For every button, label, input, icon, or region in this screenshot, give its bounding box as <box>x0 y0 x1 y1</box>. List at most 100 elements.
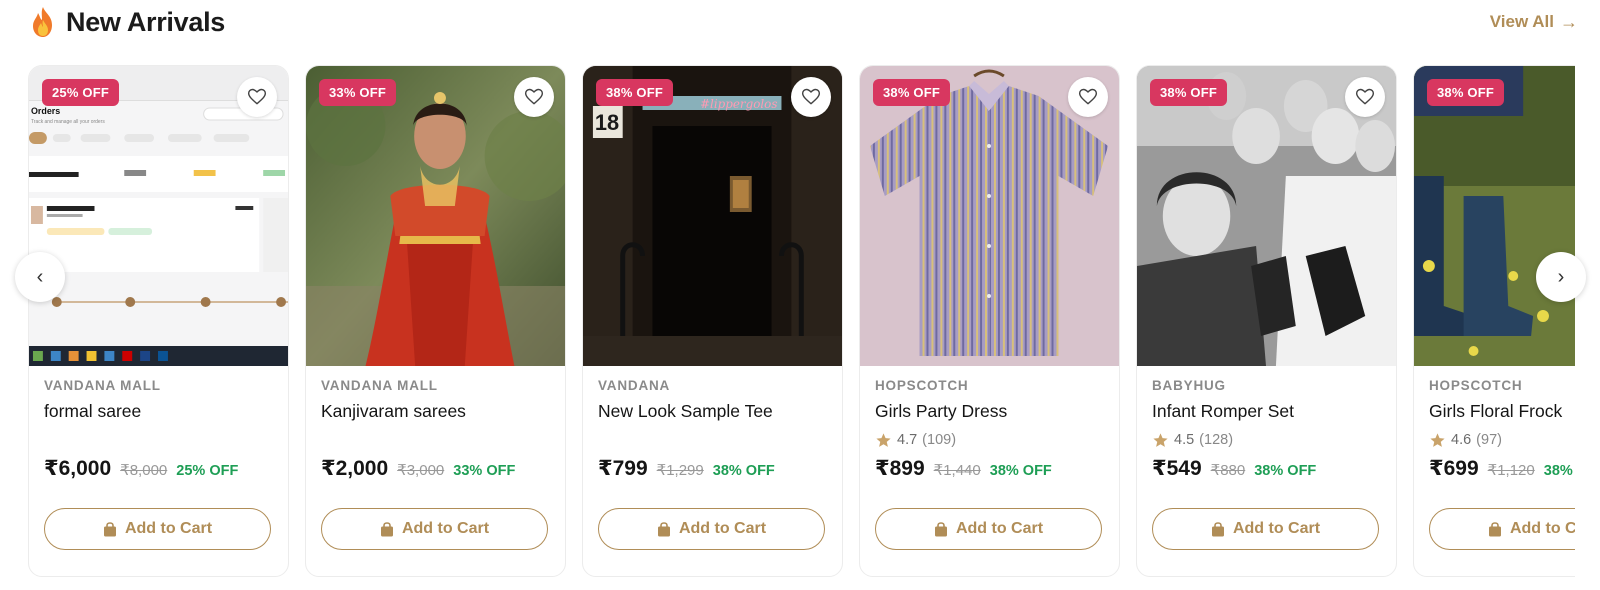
star-icon <box>1152 432 1169 449</box>
discount-badge: 38% OFF <box>873 79 951 106</box>
product-info: VANDANA New Look Sample Tee <box>598 378 827 422</box>
shopping-bag-icon <box>380 521 394 537</box>
carousel-next-button[interactable]: › <box>1536 252 1586 302</box>
product-info: BABYHUG Infant Romper Set 4.5 (128) <box>1152 378 1381 449</box>
product-brand: VANDANA MALL <box>44 378 161 393</box>
price-row: ₹699 ₹1,120 38% OFF <box>1429 456 1575 481</box>
star-icon <box>1429 432 1446 449</box>
add-to-cart-label: Add to Cart <box>1509 520 1575 537</box>
product-price: ₹899 <box>875 457 925 480</box>
product-name[interactable]: New Look Sample Tee <box>598 401 827 422</box>
rating-count: (109) <box>922 432 957 448</box>
product-card[interactable]: #lippergolos 18 38% OFF VANDANA New Look… <box>582 65 843 577</box>
rating-value: 4.7 <box>897 432 918 448</box>
star-icon <box>875 432 892 449</box>
product-card[interactable]: 38% OFF HOPSCOTCH Girls Party Dress 4.7 … <box>859 65 1120 577</box>
section-header: New Arrivals View All → <box>30 2 1578 42</box>
product-card[interactable]: Orders Track and manage all your orders <box>28 65 289 577</box>
heart-icon <box>524 87 544 107</box>
add-to-cart-button[interactable]: Add to Cart <box>875 508 1102 550</box>
product-brand: VANDANA MALL <box>321 378 438 393</box>
product-info: VANDANA MALL Kanjivaram sarees <box>321 378 550 422</box>
view-all-link[interactable]: View All → <box>1490 12 1578 33</box>
heart-icon <box>247 87 267 107</box>
product-brand: HOPSCOTCH <box>1429 378 1523 393</box>
product-discount: 38% OFF <box>1254 463 1317 479</box>
product-name[interactable]: formal saree <box>44 401 273 422</box>
product-mrp: ₹8,000 <box>120 462 168 479</box>
heart-icon <box>1078 87 1098 107</box>
wishlist-button[interactable] <box>1068 77 1108 117</box>
product-price: ₹699 <box>1429 457 1479 480</box>
product-name[interactable]: Girls Party Dress <box>875 401 1104 422</box>
add-to-cart-label: Add to Cart <box>1232 520 1321 537</box>
product-mrp: ₹880 <box>1210 462 1246 479</box>
shopping-bag-icon <box>1211 521 1225 537</box>
heart-icon <box>801 87 821 107</box>
discount-badge: 38% OFF <box>596 79 674 106</box>
chevron-left-icon: ‹ <box>36 265 44 288</box>
price-row: ₹2,000 ₹3,000 33% OFF <box>321 456 515 481</box>
product-name[interactable]: Kanjivaram sarees <box>321 401 550 422</box>
product-rating: 4.7 (109) <box>875 431 1104 449</box>
add-to-cart-button[interactable]: Add to Cart <box>1152 508 1379 550</box>
rating-value: 4.6 <box>1451 432 1472 448</box>
price-row: ₹799 ₹1,299 38% OFF <box>598 456 775 481</box>
product-mrp: ₹1,440 <box>933 462 981 479</box>
add-to-cart-label: Add to Cart <box>124 520 213 537</box>
discount-badge: 38% OFF <box>1427 79 1505 106</box>
product-discount: 38% OFF <box>989 463 1052 479</box>
product-discount: 33% OFF <box>453 463 516 479</box>
shopping-bag-icon <box>1488 521 1502 537</box>
product-image[interactable] <box>1414 66 1575 366</box>
chevron-right-icon: › <box>1557 265 1565 288</box>
product-name[interactable]: Girls Floral Frock <box>1429 401 1575 422</box>
wishlist-button[interactable] <box>237 77 277 117</box>
wishlist-button[interactable] <box>514 77 554 117</box>
price-row: ₹6,000 ₹8,000 25% OFF <box>44 456 238 481</box>
discount-badge: 25% OFF <box>42 79 120 106</box>
product-card[interactable]: 33% OFF VANDANA MALL Kanjivaram sarees ₹… <box>305 65 566 577</box>
product-card[interactable]: 38% OFF BABYHUG Infant Romper Set 4.5 (1… <box>1136 65 1397 577</box>
carousel-prev-button[interactable]: ‹ <box>15 252 65 302</box>
shopping-bag-icon <box>934 521 948 537</box>
discount-badge: 38% OFF <box>1150 79 1228 106</box>
wishlist-button[interactable] <box>1345 77 1385 117</box>
product-price: ₹549 <box>1152 457 1202 480</box>
product-discount: 38% OFF <box>712 463 775 479</box>
product-price: ₹6,000 <box>44 457 112 480</box>
add-to-cart-button[interactable]: Add to Cart <box>321 508 548 550</box>
product-price: ₹799 <box>598 457 648 480</box>
rating-count: (97) <box>1476 432 1502 448</box>
product-brand: VANDANA <box>598 378 671 393</box>
add-to-cart-label: Add to Cart <box>401 520 490 537</box>
add-to-cart-button[interactable]: Add to Cart <box>44 508 271 550</box>
price-row: ₹899 ₹1,440 38% OFF <box>875 456 1052 481</box>
product-discount: 38% OFF <box>1543 463 1575 479</box>
arrow-right-icon: → <box>1560 11 1578 32</box>
price-row: ₹549 ₹880 38% OFF <box>1152 456 1316 481</box>
product-price: ₹2,000 <box>321 457 389 480</box>
svg-text:#lippergolos: #lippergolos <box>700 97 777 111</box>
add-to-cart-label: Add to Cart <box>678 520 767 537</box>
svg-text:18: 18 <box>595 110 619 135</box>
product-carousel: Orders Track and manage all your orders <box>28 65 1575 577</box>
svg-text:Orders: Orders <box>31 106 60 116</box>
product-mrp: ₹1,299 <box>656 462 704 479</box>
product-brand: HOPSCOTCH <box>875 378 969 393</box>
product-card[interactable]: 38% OFF HOPSCOTCH Girls Floral Frock 4.6… <box>1413 65 1575 577</box>
flame-icon <box>30 6 56 38</box>
view-all-label: View All <box>1489 12 1554 31</box>
heart-icon <box>1355 87 1375 107</box>
wishlist-button[interactable] <box>791 77 831 117</box>
discount-badge: 33% OFF <box>319 79 397 106</box>
page-title: New Arrivals <box>66 6 225 37</box>
rating-value: 4.5 <box>1174 432 1195 448</box>
product-rating: 4.5 (128) <box>1152 431 1381 449</box>
add-to-cart-button[interactable]: Add to Cart <box>598 508 825 550</box>
product-brand: BABYHUG <box>1152 378 1226 393</box>
svg-text:Track and manage all your orde: Track and manage all your orders <box>31 119 105 125</box>
add-to-cart-button[interactable]: Add to Cart <box>1429 508 1575 550</box>
product-name[interactable]: Infant Romper Set <box>1152 401 1381 422</box>
product-rating: 4.6 (97) <box>1429 431 1575 449</box>
